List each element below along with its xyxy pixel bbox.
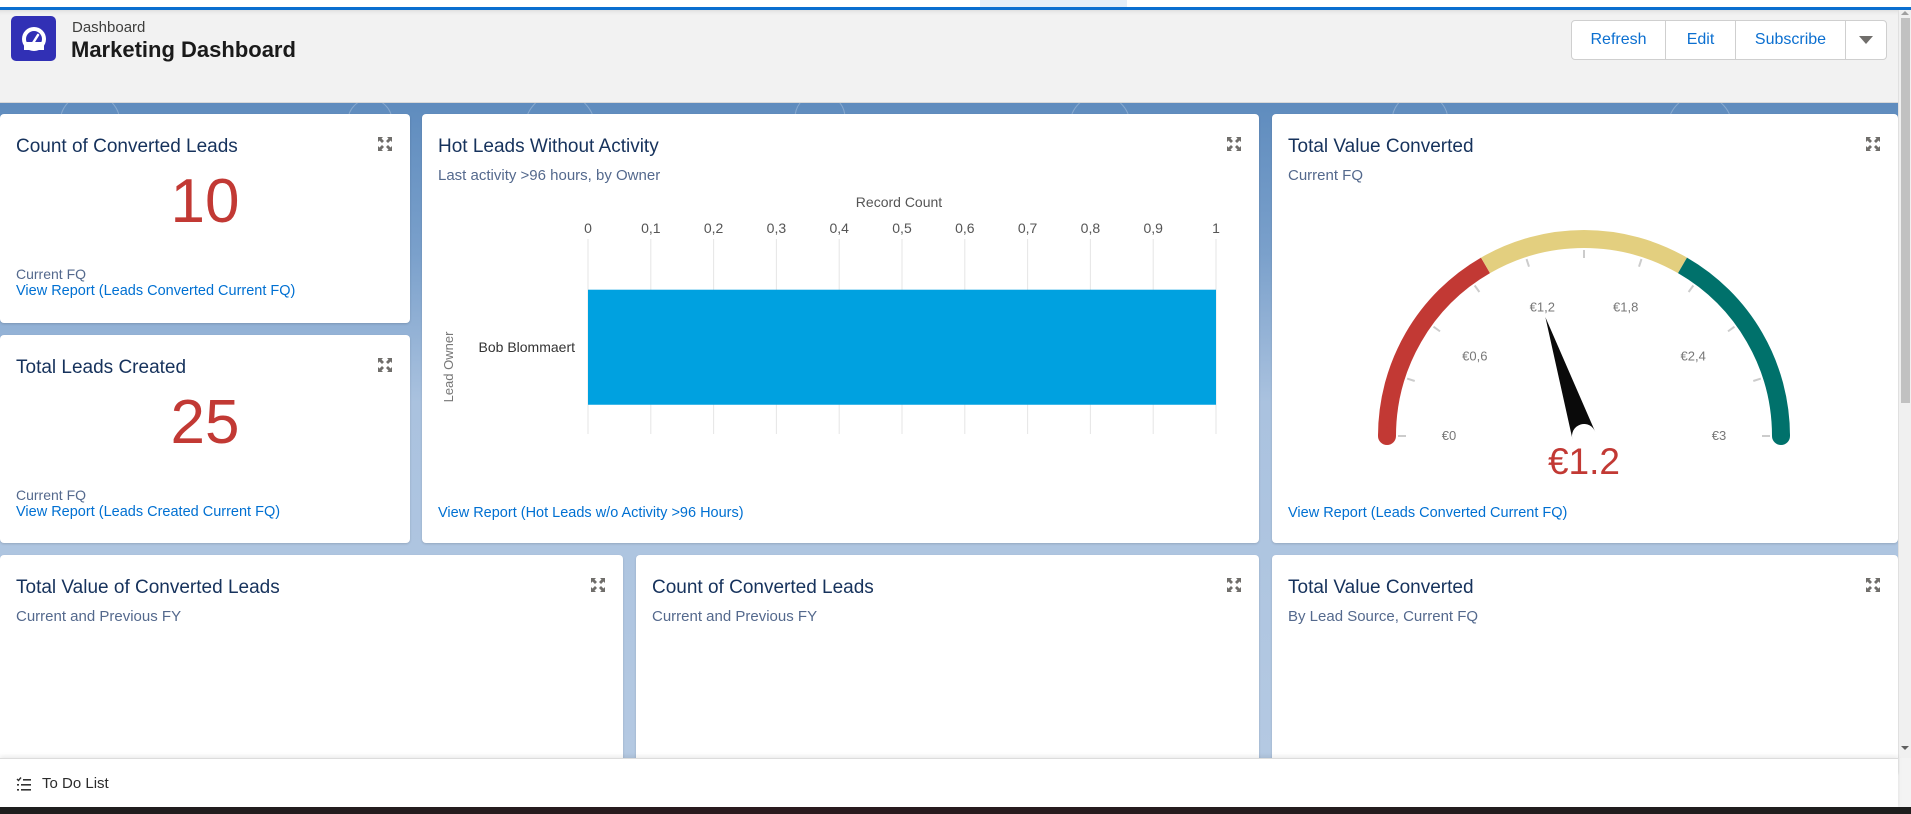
- expand-icon[interactable]: [377, 136, 393, 152]
- caret-down-icon: [1859, 36, 1873, 44]
- dashboard-gauge-icon: [11, 16, 56, 61]
- x-tick-label: 0,6: [955, 220, 975, 236]
- gauge-label: €2,4: [1681, 349, 1706, 364]
- page-header: Dashboard Marketing Dashboard Refresh Ed…: [0, 10, 1898, 103]
- gauge-tick: [1638, 258, 1643, 268]
- y-axis-label: Lead Owner: [441, 331, 456, 402]
- scroll-up-arrow-icon[interactable]: [1901, 11, 1909, 15]
- gauge-label: €1,2: [1530, 300, 1555, 315]
- gauge-tick: [1727, 325, 1736, 333]
- gauge-tick: [1406, 377, 1416, 382]
- card-total-value-converted-gauge: Total Value Converted Current FQ €0 €0,6 €…: [1272, 114, 1898, 543]
- x-tick-label: 0,8: [1081, 220, 1101, 236]
- x-tick-label: 0,7: [1018, 220, 1038, 236]
- card-title: Total Value Converted: [1288, 577, 1474, 598]
- expand-icon[interactable]: [1865, 577, 1881, 593]
- gauge-band-cap: [1772, 427, 1790, 445]
- gauge-band-cap: [1378, 427, 1396, 445]
- page-scrollbar[interactable]: [1898, 10, 1911, 758]
- todo-list-button[interactable]: To Do List: [42, 775, 109, 792]
- refresh-button[interactable]: Refresh: [1572, 21, 1666, 59]
- card-count-converted-leads: Count of Converted Leads 10 Current FQ V…: [0, 114, 410, 323]
- scrollbar-thumb[interactable]: [1901, 18, 1910, 403]
- card-title: Total Leads Created: [16, 357, 187, 378]
- gauge-tick: [1752, 377, 1762, 382]
- more-actions-button[interactable]: [1846, 21, 1886, 59]
- gauge-label: €3: [1712, 428, 1726, 443]
- browser-top-strip: [0, 0, 1911, 7]
- taskbar-edge: [0, 807, 1911, 814]
- metric-footer: Current FQ: [16, 487, 87, 503]
- x-tick-label: 0,9: [1143, 220, 1163, 236]
- scroll-down-arrow-icon[interactable]: [1901, 746, 1909, 750]
- dashboard-canvas: Count of Converted Leads 10 Current FQ V…: [0, 103, 1898, 775]
- card-count-converted-leads-fy: Count of Converted Leads Current and Pre…: [636, 555, 1259, 775]
- dashboard-actions: Refresh Edit Subscribe: [1571, 20, 1887, 60]
- gauge-tick: [1525, 258, 1530, 268]
- page-title: Marketing Dashboard: [71, 37, 296, 62]
- todo-list-icon: [16, 777, 31, 791]
- category-label: Bob Blommaert: [479, 339, 576, 355]
- edit-button[interactable]: Edit: [1666, 21, 1736, 59]
- gauge-tick: [1473, 284, 1481, 293]
- gauge-chart: €0 €0,6 €1,2 €1,8 €2,4 €3 €1.2: [1378, 230, 1790, 482]
- metric-footer: Current FQ: [16, 266, 87, 282]
- card-title: Hot Leads Without Activity: [438, 136, 659, 157]
- expand-icon[interactable]: [377, 357, 393, 373]
- x-tick-label: 0,2: [704, 220, 724, 236]
- card-subtitle: By Lead Source, Current FQ: [1288, 608, 1479, 625]
- metric-value: 25: [170, 388, 240, 457]
- card-subtitle: Current and Previous FY: [16, 608, 182, 625]
- gauge-value-label: €1.2: [1548, 441, 1620, 482]
- utility-bar: To Do List: [0, 758, 1898, 807]
- view-report-link[interactable]: View Report (Leads Created Current FQ): [16, 504, 280, 520]
- x-tick-label: 0,3: [767, 220, 787, 236]
- expand-icon[interactable]: [590, 577, 606, 593]
- x-tick-label: 0,1: [641, 220, 661, 236]
- gauge-label: €0: [1442, 428, 1456, 443]
- view-report-link[interactable]: View Report (Hot Leads w/o Activity >96 …: [438, 505, 744, 521]
- card-total-value-by-source: Total Value Converted By Lead Source, Cu…: [1272, 555, 1898, 775]
- x-tick-label: 0,5: [892, 220, 912, 236]
- card-title: Total Value Converted: [1288, 136, 1474, 157]
- x-tick-label: 0,4: [829, 220, 849, 236]
- x-tick-label: 1: [1212, 220, 1220, 236]
- gauge-label: €1,8: [1613, 300, 1638, 315]
- expand-icon[interactable]: [1865, 136, 1881, 152]
- gauge-tick: [1687, 284, 1695, 293]
- bar-chart: Record Count 0 0,1 0,2 0,3 0,4 0,5 0,6 0,7 0,8 0,…: [441, 194, 1220, 434]
- card-total-leads-created: Total Leads Created 25 Current FQ View R…: [0, 335, 410, 543]
- card-title: Count of Converted Leads: [652, 577, 874, 598]
- card-title: Total Value of Converted Leads: [16, 577, 280, 598]
- x-axis-label: Record Count: [856, 194, 942, 210]
- card-subtitle: Last activity >96 hours, by Owner: [438, 167, 661, 184]
- view-report-link[interactable]: View Report (Leads Converted Current FQ): [16, 283, 295, 299]
- breadcrumb: Dashboard: [72, 19, 146, 36]
- gauge-needle: [1545, 317, 1596, 440]
- x-tick-label: 0: [584, 220, 592, 236]
- tab-highlight: [980, 0, 1127, 7]
- card-total-value-converted-leads: Total Value of Converted Leads Current a…: [0, 555, 623, 775]
- gauge-tick: [1432, 325, 1441, 333]
- expand-icon[interactable]: [1226, 136, 1242, 152]
- card-title: Count of Converted Leads: [16, 136, 238, 157]
- card-subtitle: Current and Previous FY: [652, 608, 818, 625]
- expand-icon[interactable]: [1226, 577, 1242, 593]
- card-hot-leads: Hot Leads Without Activity Last activity…: [422, 114, 1259, 543]
- gauge-label: €0,6: [1462, 349, 1487, 364]
- subscribe-button[interactable]: Subscribe: [1736, 21, 1846, 59]
- metric-value: 10: [170, 167, 240, 236]
- bar: [588, 289, 1216, 405]
- view-report-link[interactable]: View Report (Leads Converted Current FQ): [1288, 505, 1567, 521]
